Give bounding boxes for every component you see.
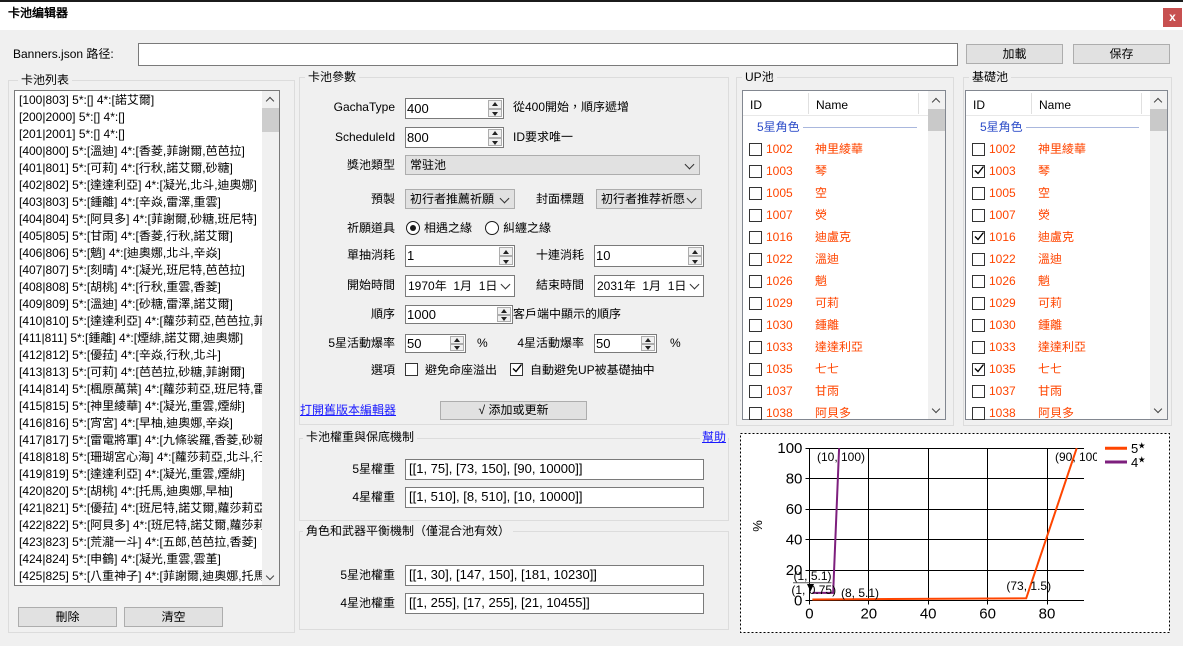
svg-text:%: % — [750, 520, 765, 532]
svg-text:(8, 5.1): (8, 5.1) — [841, 586, 879, 600]
svg-text:0: 0 — [805, 606, 813, 623]
svg-text:80: 80 — [1039, 606, 1056, 623]
svg-text:(73, 1.5): (73, 1.5) — [1006, 579, 1051, 593]
svg-text:20: 20 — [860, 606, 877, 623]
svg-text:40: 40 — [786, 532, 803, 549]
svg-text:(90, 100): (90, 100) — [1055, 450, 1103, 464]
svg-text:(1, 0.75): (1, 0.75) — [791, 583, 836, 597]
svg-text:(10, 100): (10, 100) — [817, 450, 865, 464]
svg-text:60: 60 — [786, 501, 803, 518]
svg-text:80: 80 — [786, 471, 803, 488]
svg-text:(1, 5.1): (1, 5.1) — [794, 569, 832, 583]
svg-text:40: 40 — [920, 606, 937, 623]
svg-text:60: 60 — [979, 606, 996, 623]
svg-text:100: 100 — [777, 440, 802, 457]
